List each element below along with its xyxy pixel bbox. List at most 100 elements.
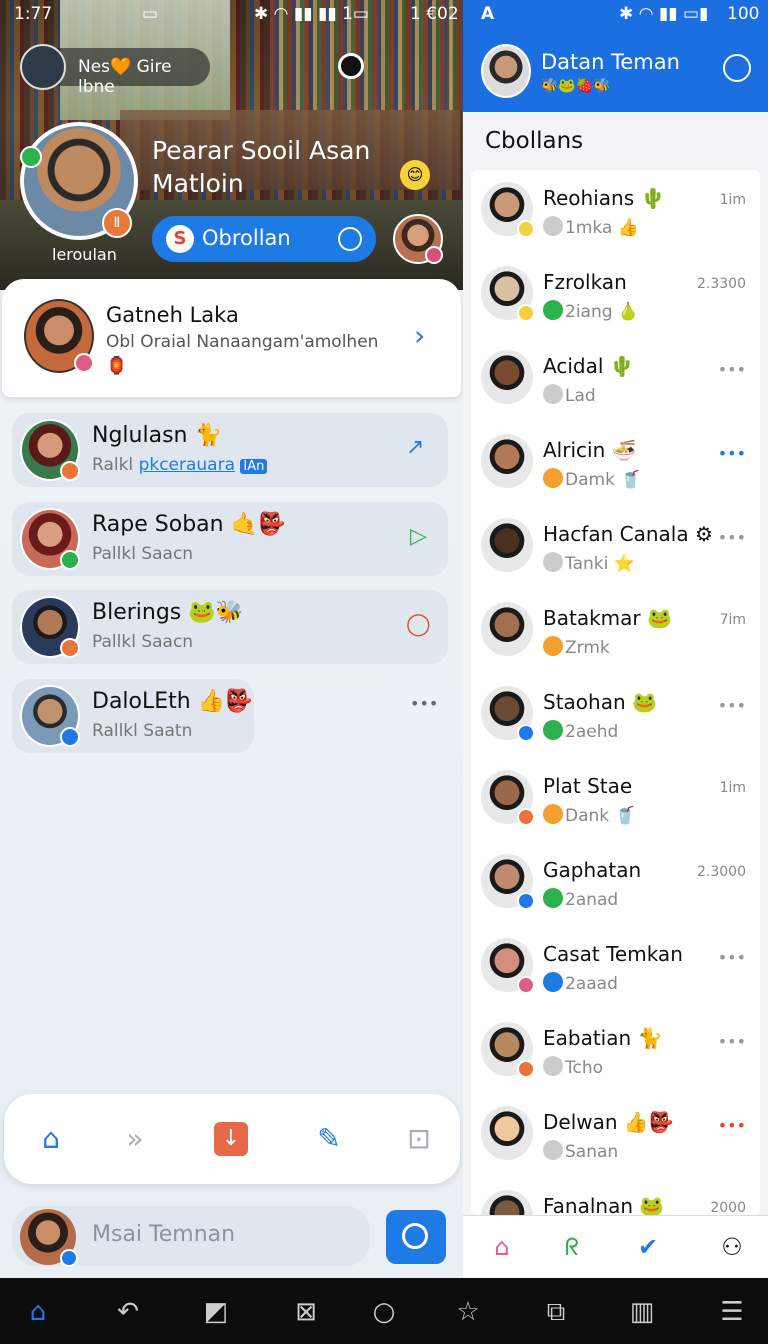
chat-subtitle: Pallkl Saacn	[92, 632, 194, 652]
contact-time[interactable]: •••	[718, 948, 746, 967]
contact-time[interactable]: •••	[718, 444, 746, 463]
contact-item[interactable]: Fanalnan 🐸 2000	[471, 1178, 760, 1215]
contact-preview: Dank 🥤	[543, 804, 636, 826]
status-icon	[543, 552, 563, 572]
home-icon[interactable]: ⌂	[485, 1230, 519, 1264]
contact-item[interactable]: Gaphatan 2anad 2.3000	[471, 842, 760, 926]
contact-item[interactable]: Plat Stae Dank 🥤 1im	[471, 758, 760, 842]
search-input[interactable]: Msai Temnan	[92, 1222, 235, 1247]
small-avatar[interactable]	[393, 214, 443, 264]
contact-preview-text: 2iang 🍐	[565, 302, 640, 322]
right-tab-bar: ⌂ ᖇ ✔ ⚇	[463, 1215, 768, 1278]
avatar	[481, 518, 533, 572]
status-icon	[543, 468, 563, 488]
search-bar[interactable]: Msai Temnan	[12, 1206, 370, 1267]
status-bar-left: 1:77 ▭ ✱ ◠ ▮▮ ▮▮ 1▭ 1 €02	[0, 0, 463, 28]
contact-preview: 1mka 👍	[543, 216, 639, 238]
contact-preview-text: Lad	[565, 386, 596, 406]
circle-icon[interactable]: ○	[368, 1296, 400, 1328]
chat-subtitle: Pallkl Saacn	[92, 544, 194, 564]
play-icon[interactable]: ▷	[410, 524, 427, 549]
quick-actions-bar: ⌂ » ↓ ✎ ⊡	[4, 1094, 460, 1184]
lock-icon[interactable]: ⊡	[400, 1120, 438, 1158]
chat-sub-prefix: Ralkl	[92, 455, 134, 475]
contact-preview-text: 2aehd	[565, 722, 619, 742]
contact-name: Gaphatan	[543, 858, 642, 882]
contact-preview-text: 1mka 👍	[565, 218, 639, 238]
contact-item[interactable]: Alricin 🍜 Damk 🥤 •••	[471, 422, 760, 506]
contact-item[interactable]: Batakmar 🐸 Zrmk 7im	[471, 590, 760, 674]
contact-time: 1im	[719, 780, 746, 796]
contact-time[interactable]: •••	[718, 360, 746, 379]
contact-item[interactable]: Fzrolkan 2iang 🍐 2.3300	[471, 254, 760, 338]
settings-icon[interactable]	[723, 54, 751, 82]
home-icon[interactable]: ⌂	[22, 1296, 54, 1328]
right-header: A ✱ ◠ ▮▮ ▭▮ 100 Datan Teman 🐝🐸🍓🐝	[463, 0, 768, 112]
status-right: 1 €02	[410, 4, 459, 24]
avatar-badge	[517, 892, 535, 910]
share-icon[interactable]: ↗	[406, 435, 424, 460]
contact-time: 2.3300	[697, 276, 746, 292]
chevron-right-icon[interactable]: ›	[414, 319, 425, 352]
status-icon	[543, 720, 563, 740]
contact-preview-text: Zrmk	[565, 638, 610, 658]
avatar-badge	[60, 727, 80, 747]
contact-time[interactable]: •••	[718, 696, 746, 715]
contact-item[interactable]: Delwan 👍👺 Sanan •••	[471, 1094, 760, 1178]
star-icon[interactable]: ☆	[452, 1296, 484, 1328]
chat-row[interactable]: Blerings 🐸🐝 Pallkl Saacn ◯	[12, 590, 448, 664]
contact-name: Plat Stae	[543, 774, 633, 798]
chat-button[interactable]: S Obrollan	[152, 216, 376, 262]
profile-icon[interactable]: ⚇	[715, 1230, 749, 1264]
contact-name: Batakmar 🐸	[543, 606, 672, 630]
badge-icon: Ⅱ	[102, 208, 132, 238]
chat-name: Blerings 🐸🐝	[92, 600, 244, 625]
contact-item[interactable]: Acidal 🌵 Lad •••	[471, 338, 760, 422]
featured-chat-card[interactable]: Gatneh Laka Obl Oraial Nanaangam'amolhen…	[2, 279, 461, 397]
check-circle-icon[interactable]: ✔	[631, 1230, 665, 1264]
gallery-icon[interactable]: ◩	[200, 1296, 232, 1328]
notification-icon: ▭	[142, 4, 159, 24]
contact-time[interactable]: •••	[718, 528, 746, 547]
contact-preview: 2aaad	[543, 972, 618, 994]
status-app-icon: A	[481, 4, 495, 24]
contact-time[interactable]: •••	[718, 1116, 746, 1135]
contact-item[interactable]: Eabatian 🐈 Tcho •••	[471, 1010, 760, 1094]
contact-name: Fzrolkan	[543, 270, 627, 294]
profile-avatar[interactable]: Ⅱ	[20, 122, 138, 240]
download-icon[interactable]: ↓	[214, 1122, 248, 1156]
contact-item[interactable]: Casat Temkan 2aaad •••	[471, 926, 760, 1010]
user-pill[interactable]: Nes🧡 Gire lbne	[20, 44, 210, 97]
record-icon[interactable]	[338, 53, 364, 79]
contact-preview: Lad	[543, 384, 596, 406]
home-icon[interactable]: ⌂	[32, 1120, 70, 1158]
hero-banner: 1:77 ▭ ✱ ◠ ▮▮ ▮▮ 1▭ 1 €02 Nes🧡 Gire lbne…	[0, 0, 463, 290]
menu-icon[interactable]: ☰	[716, 1296, 748, 1328]
chat-row[interactable]: DaloLEth 👍👺 Rallkl Saatn	[12, 679, 254, 753]
status-icon	[543, 1140, 563, 1160]
forward-icon[interactable]: »	[116, 1120, 154, 1158]
copy-icon[interactable]: ⧉	[540, 1296, 572, 1328]
search-button[interactable]	[386, 1210, 446, 1264]
contact-preview: 2anad	[543, 888, 618, 910]
contact-time[interactable]: •••	[718, 1032, 746, 1051]
contact-item[interactable]: Hacfan Canala ⚙ Tanki ⭐ •••	[471, 506, 760, 590]
chat-bubble-icon[interactable]: ◯	[406, 612, 431, 637]
card-name: Gatneh Laka	[106, 303, 239, 327]
hero-title: Pearar Sooil Asan Matloin	[152, 134, 392, 200]
contact-item[interactable]: Staohan 🐸 2aehd •••	[471, 674, 760, 758]
chat-link[interactable]: pkcerauara	[139, 455, 235, 475]
more-options-icon[interactable]: •••	[410, 694, 438, 713]
back-icon[interactable]: ↶	[112, 1296, 144, 1328]
contact-preview-text: 2aaad	[565, 974, 618, 994]
header-avatar[interactable]	[481, 44, 531, 98]
edit-icon[interactable]: ✎	[310, 1120, 348, 1158]
notification-icon[interactable]: ⊠	[290, 1296, 322, 1328]
avatar	[481, 854, 535, 910]
contact-list: Reohians 🌵 1mka 👍 1im Fzrolkan 2iang 🍐 2.3300…	[471, 170, 760, 1215]
contact-item[interactable]: Reohians 🌵 1mka 👍 1im	[471, 170, 760, 254]
bookmark-icon[interactable]: ᖇ	[555, 1230, 589, 1264]
chat-row[interactable]: Rape Soban 🤙👺 Pallkl Saacn ▷	[12, 502, 448, 576]
grid-icon[interactable]: ▥	[626, 1296, 658, 1328]
chat-row[interactable]: Nglulasn 🐈 Ralkl pkcerauara IAn ↗	[12, 413, 448, 487]
